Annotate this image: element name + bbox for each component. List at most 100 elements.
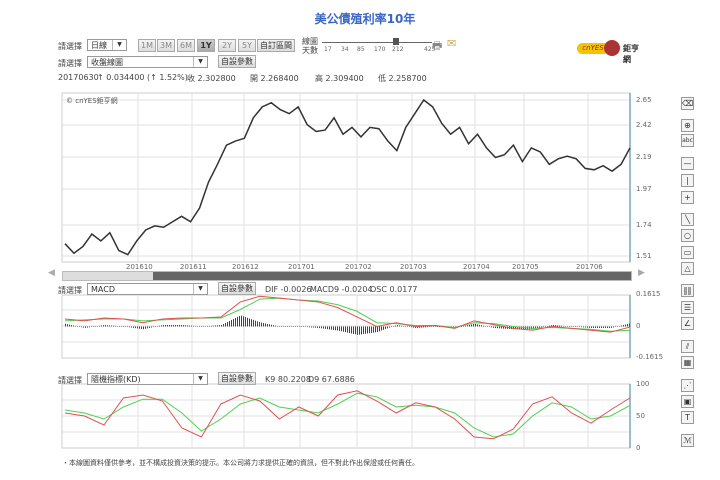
date-x-tick: 201706: [576, 263, 603, 271]
osc-bar: [125, 326, 126, 327]
osc-bar: [283, 326, 284, 327]
osc-bar: [143, 326, 144, 330]
osc-bar: [269, 324, 270, 327]
date-x-tick: 201703: [400, 263, 427, 271]
macd-y-tick: 0.1615: [636, 290, 661, 298]
horizontal-line-icon[interactable]: —: [681, 157, 694, 170]
osc-bar: [161, 325, 162, 327]
grid-icon[interactable]: ▦: [681, 356, 694, 369]
vertical-line-icon[interactable]: |: [681, 174, 694, 187]
macd-params-button[interactable]: 自設參數: [218, 282, 256, 295]
text-icon[interactable]: abc: [681, 134, 694, 147]
price-y-tick: 2.42: [636, 121, 652, 129]
osc-bar: [257, 321, 258, 327]
osc-bar: [479, 324, 480, 327]
triangle-icon[interactable]: △: [681, 262, 694, 275]
chevron-down-icon: ▼: [193, 374, 207, 384]
note-icon[interactable]: ▣: [681, 395, 694, 408]
osc-bar: [231, 319, 232, 327]
osc-bar: [153, 326, 154, 328]
osc-bar: [325, 326, 326, 329]
osc-bar: [561, 325, 562, 327]
ellipse-icon[interactable]: ○: [681, 229, 694, 242]
scrollbar-handle[interactable]: [63, 272, 153, 280]
osc-bar: [201, 326, 202, 327]
osc-bar: [621, 325, 622, 327]
osc-bar: [205, 326, 206, 327]
osc-bar: [597, 326, 598, 328]
osc-bar: [151, 326, 152, 328]
osc-bar: [375, 326, 376, 333]
osc-bar: [113, 325, 114, 327]
osc-bar: [295, 326, 296, 327]
osc-bar: [323, 326, 324, 329]
osc-bar: [613, 326, 614, 328]
rectangle-icon[interactable]: ▭: [681, 246, 694, 259]
osc-bar: [617, 326, 618, 327]
osc-bar: [403, 326, 404, 327]
date-x-tick: 201704: [463, 263, 490, 271]
osc-bar: [181, 325, 182, 327]
macd-dif-value: DIF -0.0026: [265, 285, 312, 294]
osc-bar: [159, 325, 160, 327]
macd-osc-value: OSC 0.0177: [370, 285, 418, 294]
crosshair-icon[interactable]: +: [681, 191, 694, 204]
osc-bar: [437, 326, 438, 327]
osc-bar: [229, 320, 230, 327]
osc-bar: [427, 326, 428, 328]
osc-bar: [101, 325, 102, 327]
osc-bar: [293, 326, 294, 327]
osc-bar: [351, 326, 352, 334]
macd-signal-value: MACD9 -0.0204: [310, 285, 373, 294]
osc-bar: [629, 323, 630, 327]
osc-bar: [369, 326, 370, 334]
osc-bar: [327, 326, 328, 330]
kd-indicator-select[interactable]: 隨機指標(KD) ▼: [87, 373, 208, 385]
osc-bar: [99, 325, 100, 327]
price-y-tick: 1.74: [636, 221, 652, 229]
osc-bar: [281, 326, 282, 327]
gann-fan-icon[interactable]: ⋰: [681, 379, 694, 392]
kd-params-button[interactable]: 自設參數: [218, 372, 256, 385]
vertical-lines-icon[interactable]: ‖‖: [681, 284, 694, 297]
chart-canvas[interactable]: [0, 0, 720, 480]
osc-bar: [567, 326, 568, 327]
osc-bar: [591, 326, 592, 328]
osc-bar: [301, 326, 302, 327]
osc-bar: [607, 326, 608, 328]
osc-bar: [307, 326, 308, 328]
macd-indicator-select[interactable]: MACD ▼: [87, 283, 208, 295]
osc-bar: [623, 325, 624, 327]
osc-bar: [149, 326, 150, 328]
osc-bar: [255, 320, 256, 327]
osc-bar: [467, 325, 468, 327]
osc-bar: [407, 326, 408, 327]
osc-bar: [609, 326, 610, 328]
scroll-left-icon[interactable]: ◀: [48, 268, 55, 278]
osc-bar: [491, 326, 492, 328]
osc-bar: [169, 325, 170, 327]
text-box-icon[interactable]: T: [681, 411, 694, 424]
speed-lines-icon[interactable]: ⫽: [681, 340, 694, 353]
fan-icon[interactable]: ∠: [681, 317, 694, 330]
osc-bar: [577, 326, 578, 327]
horizontal-lines-icon[interactable]: ☰: [681, 301, 694, 314]
osc-bar: [275, 325, 276, 327]
osc-bar: [393, 326, 394, 327]
scroll-right-icon[interactable]: ▶: [638, 268, 645, 278]
osc-bar: [605, 326, 606, 328]
zoom-in-icon[interactable]: ⊕: [681, 119, 694, 132]
chevron-down-icon: ▼: [193, 284, 207, 294]
osc-bar: [109, 325, 110, 327]
trend-line-icon[interactable]: ╲: [681, 213, 694, 226]
fibonacci-icon[interactable]: ℳ: [681, 434, 694, 447]
macd-y-tick: -0.1615: [636, 353, 664, 361]
osc-bar: [241, 315, 242, 327]
osc-bar: [367, 326, 368, 334]
osc-bar: [107, 325, 108, 327]
osc-bar: [97, 326, 98, 327]
date-x-tick: 201705: [512, 263, 539, 271]
osc-bar: [131, 326, 132, 328]
date-x-tick: 201702: [345, 263, 372, 271]
eraser-icon[interactable]: ⌫: [681, 97, 694, 110]
